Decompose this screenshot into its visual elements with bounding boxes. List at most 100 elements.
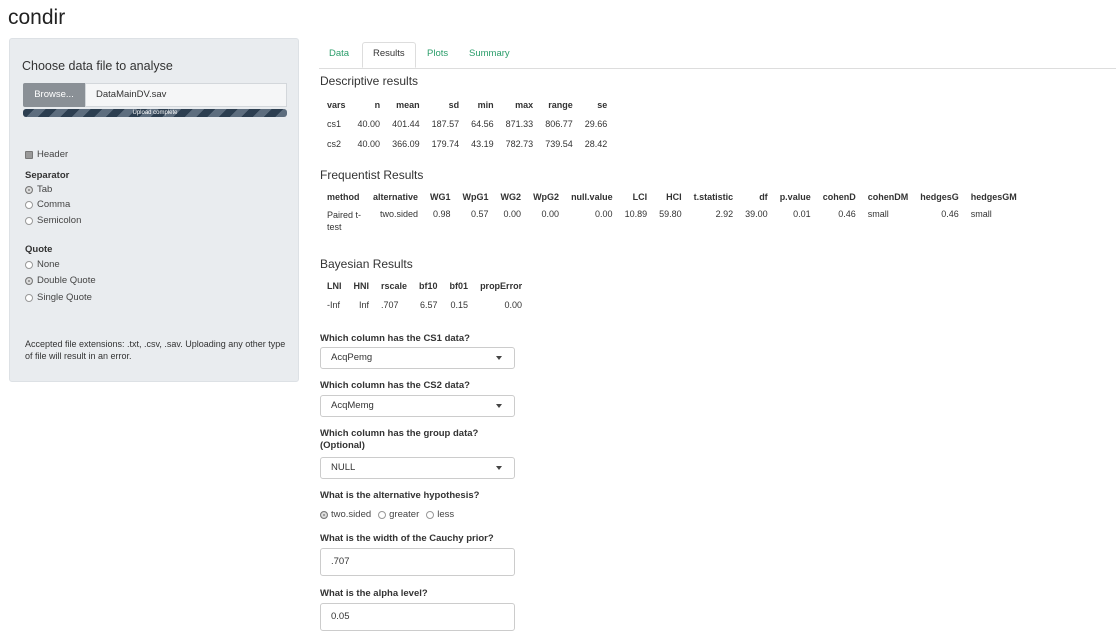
table-cell: 40.00 [357,119,381,129]
alt-option-less[interactable]: less [426,509,454,520]
sidebar-panel: Choose data file to analyse Browse... Da… [9,38,299,382]
frequentist-results-title: Frequentist Results [320,168,424,182]
column-header: method [327,192,360,202]
radio-label: None [37,259,60,270]
table-cell: 179.74 [431,139,460,149]
caret-down-icon [496,404,502,408]
table-header-row: vars n mean sd min max range se [321,96,613,114]
radio-label: Single Quote [37,292,92,303]
column-header: cohenD [822,192,856,202]
tab-summary[interactable]: Summary [469,48,510,59]
upload-progress-bar: Upload complete [23,109,287,117]
quote-option-single[interactable]: Single Quote [25,292,92,303]
app-title: condir [8,6,66,29]
table-cell: .707 [381,300,399,310]
column-header: df [759,192,768,202]
header-checkbox[interactable]: Header [25,149,68,160]
column-header: t.statistic [693,192,734,202]
radio-label: two.sided [331,509,372,520]
quote-option-double[interactable]: Double Quote [25,275,96,286]
table-cell: 29.66 [584,119,608,129]
column-header: LCI [632,192,648,202]
column-header: null.value [571,192,613,202]
table-cell: 59.80 [659,209,682,219]
separator-option-semicolon[interactable]: Semicolon [25,215,81,226]
table-cell: 40.00 [357,139,381,149]
column-header: alternative [373,192,419,202]
table-cell: 64.56 [471,119,494,129]
radio-label: Tab [37,184,53,195]
upload-status: Upload complete [132,110,178,116]
cs2-column-select[interactable]: AcqMemg [320,395,515,417]
column-header: cohenDM [867,192,909,202]
alternative-hypothesis-radios: two.sided greater less [320,509,461,520]
tab-data[interactable]: Data [329,48,349,59]
separator-option-comma[interactable]: Comma [25,199,70,210]
table-cell: 0.98 [433,209,451,219]
column-header: LNI [327,281,342,291]
table-cell: 10.89 [624,209,648,219]
table-row: cs2 40.00 366.09 179.74 43.19 782.73 739… [321,134,613,154]
table-cell: -Inf [327,300,341,310]
column-header: WG1 [430,192,451,202]
table-cell: cs1 [327,119,342,129]
table-cell: 0.00 [504,300,523,310]
table-row: Paired t-test two.sided 0.98 0.57 0.00 0… [321,206,1023,235]
alt-option-greater[interactable]: greater [378,509,419,520]
column-header: bf10 [419,281,438,291]
caret-down-icon [496,466,502,470]
column-header: propError [480,281,523,291]
radio-label: Semicolon [37,215,82,226]
group-column-value: NULL [331,462,356,473]
group-column-label: Which column has the group data? (Option… [320,428,520,452]
table-cell: 6.57 [420,300,438,310]
separator-option-tab[interactable]: Tab [25,184,52,195]
column-header: rscale [381,281,408,291]
table-cell: 0.00 [595,209,613,219]
checkbox-checked-icon [25,150,33,159]
table-row: cs1 40.00 401.44 187.57 64.56 871.33 806… [321,114,613,134]
tab-bar: Data Results Plots Summary [319,42,1116,69]
descriptive-results-title: Descriptive results [320,74,419,88]
group-label-optional: (Optional) [320,440,365,451]
column-header: max [515,100,534,110]
radio-label: less [437,509,455,520]
alternative-hypothesis-label: What is the alternative hypothesis? [320,490,480,501]
column-header: WpG1 [462,192,489,202]
column-header: se [597,100,608,110]
browse-button[interactable]: Browse... [23,83,85,107]
cs2-column-value: AcqMemg [331,400,374,411]
tab-results[interactable]: Results [362,42,416,68]
cauchy-prior-label: What is the width of the Cauchy prior? [320,533,494,544]
alpha-level-label: What is the alpha level? [320,588,428,599]
table-cell: 2.92 [715,209,734,219]
group-column-select[interactable]: NULL [320,457,515,479]
table-row: -Inf Inf .707 6.57 0.15 0.00 [321,295,528,315]
table-header-row: method alternative WG1 WpG1 WG2 WpG2 nul… [321,188,1023,206]
alpha-level-input[interactable]: 0.05 [320,603,515,631]
bayesian-results-title: Bayesian Results [320,257,413,271]
table-cell: 187.57 [431,119,460,129]
file-name-field[interactable]: DataMainDV.sav [85,83,287,107]
table-cell: 0.46 [838,209,856,219]
column-header: hedgesG [920,192,959,202]
column-header: mean [396,100,420,110]
cs1-column-select[interactable]: AcqPemg [320,347,515,369]
table-cell: 366.09 [392,139,420,149]
table-cell: Paired t-test [327,210,362,232]
alt-option-two-sided[interactable]: two.sided [320,509,371,520]
table-cell: 39.00 [745,209,768,219]
table-cell: 0.00 [503,209,522,219]
bayesian-table: LNI HNI rscale bf10 bf01 propError -Inf … [321,277,528,315]
column-header: HNI [353,281,370,291]
tab-plots[interactable]: Plots [427,48,448,59]
quote-option-none[interactable]: None [25,259,60,270]
radio-label: Double Quote [37,275,96,286]
cauchy-prior-input[interactable]: .707 [320,548,515,576]
column-header: WpG2 [533,192,560,202]
table-header-row: LNI HNI rscale bf10 bf01 propError [321,277,528,295]
table-cell: 0.01 [793,209,811,219]
column-header: WG2 [500,192,522,202]
table-cell: 871.33 [505,119,534,129]
column-header: sd [448,100,460,110]
